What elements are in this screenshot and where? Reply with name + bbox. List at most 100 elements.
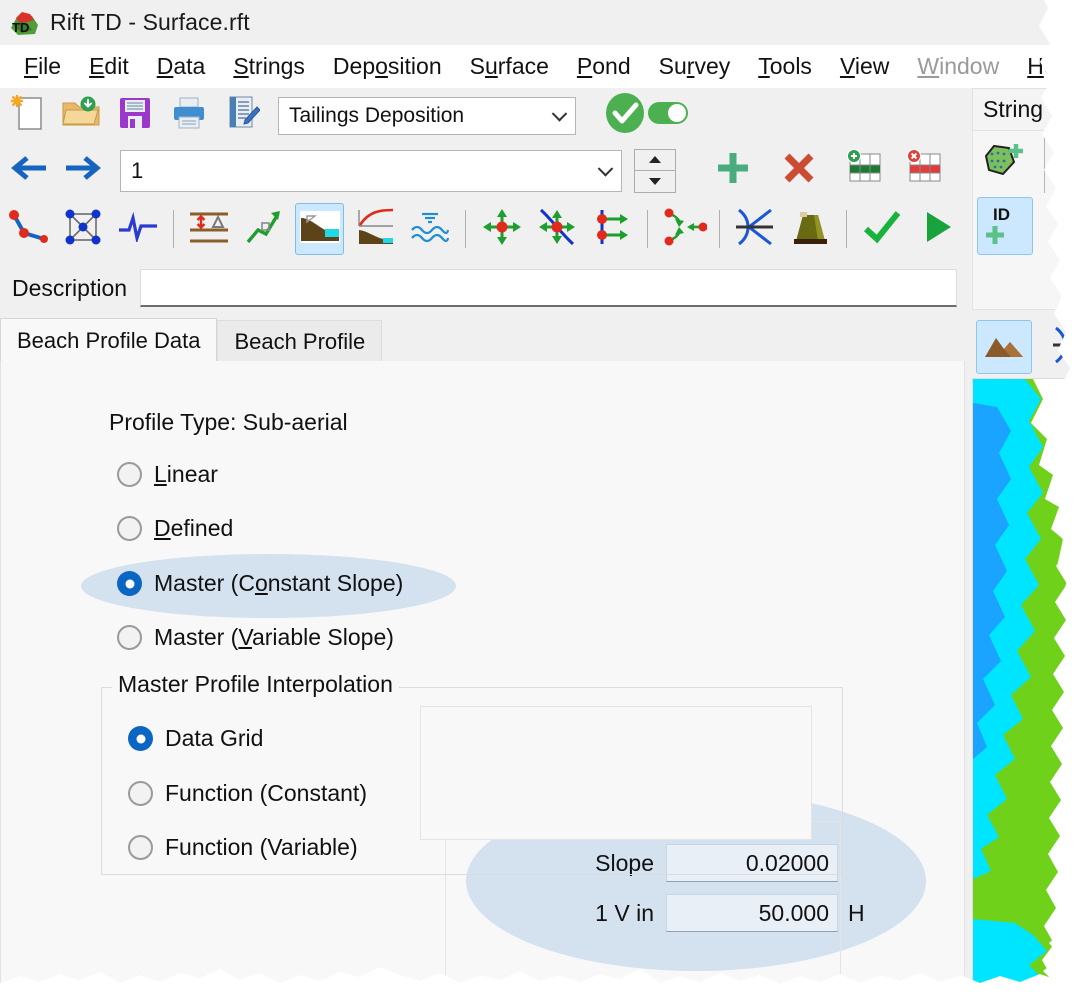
insert-row-button[interactable] [838,146,892,196]
view-tools-panel [972,316,1080,378]
tab-beach-profile-data[interactable]: Beach Profile Data [0,318,218,362]
profile-curve-icon [353,208,397,251]
chevron-down-icon [597,160,614,177]
auto-update-toggle[interactable] [644,91,692,141]
move-curve-button[interactable] [532,203,581,255]
run-play-icon [919,209,955,250]
svg-text:TD: TD [12,20,29,35]
accept-check-icon [862,209,902,250]
toolbar-separator [845,210,847,248]
menu-bar: File Edit Data Strings Deposition Surfac… [0,45,1080,88]
menu-view[interactable]: View [826,53,903,80]
radio-function-constant[interactable]: Function (Constant) [128,780,367,807]
description-input[interactable] [140,269,957,307]
app-logo-icon: TD [8,8,42,38]
description-label: Description [12,274,128,301]
polyline-points-button[interactable] [3,203,52,255]
delete-row-button[interactable] [898,146,952,196]
edit-notes-icon [226,94,261,137]
radio-defined[interactable]: Defined [117,515,233,542]
add-polygon-button[interactable] [977,137,1029,189]
prev-record-button[interactable] [0,146,56,196]
profile-curve-button[interactable] [350,203,399,255]
offset-node-button[interactable] [587,203,636,255]
accept-button[interactable] [858,203,907,255]
record-selector-value: 1 [131,157,144,183]
ratio-input[interactable]: 50.000 [666,894,838,932]
next-record-button[interactable] [56,146,112,196]
connect-points-icon [661,207,707,252]
radio-indicator [117,516,142,541]
radio-label: Function (Constant) [165,780,367,806]
radio-label: Master (Constant Slope) [154,570,404,596]
chevron-down-icon [551,105,568,122]
radio-master-variable-slope[interactable]: Master (Variable Slope) [117,624,394,651]
spinner-down-button[interactable] [635,170,675,192]
ratio-field-row: 1 V in 50.000 H [560,894,865,932]
add-record-button[interactable] [706,146,760,196]
embankment-button[interactable] [786,203,835,255]
mesh-nodes-button[interactable] [58,203,107,255]
toolbar-separator [647,210,648,248]
water-waves-icon [409,209,451,250]
intersection-view-button[interactable] [1044,320,1080,374]
radio-indicator [128,835,153,860]
add-string-icon [1062,142,1080,185]
radio-indicator [128,726,153,751]
add-string-button[interactable] [1051,137,1080,189]
move-node-button[interactable] [477,203,526,255]
menu-file[interactable]: File [10,53,75,80]
rising-arrow-button[interactable] [240,203,289,255]
toggle-switch-icon [647,100,689,131]
open-file-button[interactable] [54,91,108,141]
toolbar-record-nav: 1 [0,143,965,198]
menu-deposition[interactable]: Deposition [319,53,456,80]
arrow-left-icon [8,153,48,188]
elevation-levels-button[interactable] [185,203,234,255]
project-type-combo[interactable]: Tailings Deposition [278,96,576,135]
toolbar-tools [0,198,965,260]
waveform-button[interactable] [113,203,162,255]
project-type-value: Tailings Deposition [289,103,465,127]
radio-linear[interactable]: Linear [117,461,218,488]
terrain-map-preview[interactable] [972,378,1080,995]
move-curve-icon [535,207,579,252]
spinner-up-button[interactable] [635,150,675,171]
tab-beach-profile[interactable]: Beach Profile [217,320,383,362]
edit-notes-button[interactable] [216,91,270,141]
radio-label: Data Grid [165,725,264,751]
print-button[interactable] [162,91,216,141]
menu-data[interactable]: Data [143,53,220,80]
intersection-button[interactable] [731,203,780,255]
record-spinner[interactable] [634,148,676,193]
menu-surface[interactable]: Surface [456,53,563,80]
terrain-view-button[interactable] [976,320,1032,374]
menu-tools[interactable]: Tools [744,53,826,80]
dock-tab-string[interactable]: String [972,88,1055,130]
spinner-up-icon [649,156,661,164]
menu-help[interactable]: He [1013,53,1070,80]
record-selector-combo[interactable]: 1 [120,149,622,192]
delete-string-icon [1062,198,1080,249]
svg-text:ID: ID [993,205,1010,224]
radio-label: Defined [154,515,234,541]
menu-survey[interactable]: Survey [645,53,745,80]
beach-profile-button[interactable] [294,203,345,255]
radio-master-constant-slope[interactable]: Master (Constant Slope) [117,570,403,597]
add-id-button[interactable]: ID [977,197,1033,255]
delete-string-button[interactable] [1051,197,1080,249]
water-waves-button[interactable] [405,203,454,255]
connect-points-button[interactable] [659,203,708,255]
new-file-button[interactable] [0,91,54,141]
menu-pond[interactable]: Pond [563,53,645,80]
menu-strings[interactable]: Strings [219,53,319,80]
right-dock-panel: String ID [966,88,1080,995]
radio-data-grid[interactable]: Data Grid [128,725,263,752]
run-button[interactable] [913,203,962,255]
radio-function-variable[interactable]: Function (Variable) [128,834,358,861]
delete-record-button[interactable] [772,146,826,196]
tab-strip: Beach Profile Data Beach Profile [0,318,965,362]
menu-edit[interactable]: Edit [75,53,143,80]
radio-label: Function (Variable) [165,834,358,860]
save-button[interactable] [108,91,162,141]
